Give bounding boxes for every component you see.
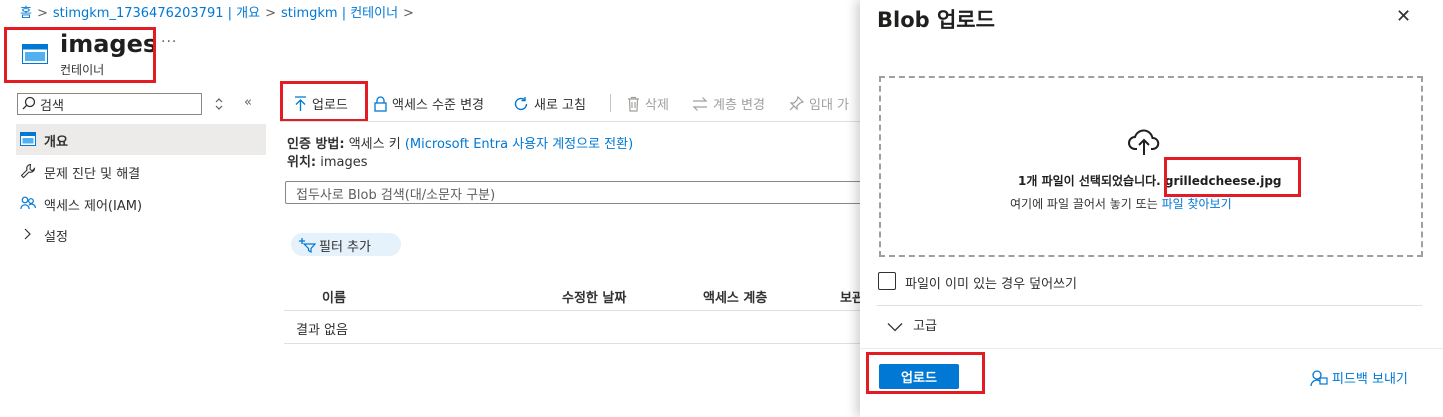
breadcrumb-home[interactable]: 홈 (20, 6, 32, 21)
sidebar-item-iam[interactable]: 액세스 제어(IAM) (16, 188, 266, 219)
location-value: images (320, 155, 368, 170)
sidebar-item-settings[interactable]: 설정 (16, 219, 266, 250)
auth-method-row: 인증 방법: 액세스 키 (Microsoft Entra 사용자 계정으로 전… (287, 133, 633, 152)
toolbar-underline (280, 121, 860, 122)
location-row: 위치: images (287, 151, 368, 170)
highlight-box-upload (280, 81, 368, 122)
expand-collapse-icon[interactable] (214, 98, 224, 110)
sidebar-item-label: 문제 진단 및 해결 (44, 167, 141, 182)
browse-files-link[interactable]: 파일 찾아보기 (1162, 197, 1232, 211)
advanced-label: 고급 (913, 319, 937, 334)
refresh-button[interactable]: 새로 고침 (513, 94, 586, 113)
panel-divider (877, 305, 1422, 306)
auth-method-value: 액세스 키 (348, 137, 401, 152)
sidebar-item-label: 개요 (44, 135, 68, 150)
add-filter-icon (299, 238, 316, 253)
overwrite-label: 파일이 이미 있는 경우 덮어쓰기 (905, 277, 1078, 292)
highlight-box-upload-button (866, 352, 985, 394)
panel-footer-divider (860, 348, 1443, 349)
breadcrumb: 홈 > stimgkm_1736476203791 | 개요 > stimgkm | 컨… (20, 2, 419, 21)
refresh-icon (514, 97, 528, 111)
highlight-box-title (4, 27, 156, 83)
swap-arrows-icon (692, 97, 708, 111)
table-row-divider (284, 343, 860, 344)
lock-icon (374, 96, 387, 112)
change-tier-label: 계층 변경 (713, 98, 765, 113)
switch-to-entra-link[interactable]: (Microsoft Entra 사용자 계정으로 전환) (405, 137, 633, 152)
breadcrumb-separator: > (265, 6, 276, 21)
cloud-upload-icon (1128, 129, 1160, 155)
delete-label: 삭제 (645, 98, 669, 113)
sidebar-search-input[interactable]: 검색 (17, 93, 202, 115)
add-filter-label: 필터 추가 (319, 240, 371, 255)
collapse-sidebar-button[interactable]: « (244, 95, 252, 110)
send-feedback-label: 피드백 보내기 (1332, 372, 1408, 387)
table-header-divider (284, 310, 860, 311)
toolbar-divider (610, 94, 611, 112)
advanced-expander[interactable]: 고급 (887, 315, 937, 334)
auth-method-label: 인증 방법: (287, 137, 345, 152)
column-header-archive[interactable]: 보관 (840, 287, 860, 306)
chevron-right-icon (24, 228, 31, 240)
lease-button[interactable]: 임대 가 (789, 94, 849, 113)
sidebar-item-label: 설정 (44, 230, 68, 245)
sidebar-search-placeholder: 검색 (40, 99, 64, 114)
close-icon[interactable]: ✕ (1396, 6, 1411, 27)
sidebar-item-overview[interactable]: 개요 (16, 124, 266, 155)
feedback-icon (1310, 370, 1328, 387)
container-icon (20, 132, 36, 146)
change-access-level-label: 액세스 수준 변경 (392, 98, 484, 113)
sidebar-item-label: 액세스 제어(IAM) (44, 199, 143, 214)
column-header-modified[interactable]: 수정한 날짜 (562, 287, 626, 306)
people-icon (20, 196, 36, 210)
add-filter-button[interactable]: 필터 추가 (291, 233, 401, 256)
breadcrumb-separator: > (403, 6, 414, 21)
column-header-name[interactable]: 이름 (322, 287, 346, 306)
blob-prefix-search-input[interactable]: 접두사로 Blob 검색(대/소문자 구분) (285, 181, 885, 204)
wrench-icon (20, 163, 36, 179)
highlight-box-filename (1164, 157, 1301, 197)
sidebar-item-diagnose[interactable]: 문제 진단 및 해결 (16, 156, 266, 187)
overwrite-checkbox[interactable] (878, 272, 896, 290)
chevron-down-icon (887, 323, 903, 332)
breadcrumb-containers[interactable]: stimgkm | 컨테이너 (281, 6, 398, 21)
change-access-level-button[interactable]: 액세스 수준 변경 (374, 94, 484, 113)
delete-button[interactable]: 삭제 (627, 94, 669, 113)
trash-icon (628, 96, 639, 112)
drop-hint-text: 여기에 파일 끌어서 놓기 또는 (1010, 197, 1158, 211)
lease-label: 임대 가 (809, 98, 850, 113)
drop-hint: 여기에 파일 끌어서 놓기 또는 파일 찾아보기 (1010, 195, 1232, 212)
panel-title: Blob 업로드 (877, 8, 995, 32)
file-drop-zone[interactable] (879, 76, 1423, 257)
location-label: 위치: (287, 155, 317, 170)
search-icon (22, 96, 36, 110)
more-options-button[interactable]: ··· (161, 34, 177, 50)
breadcrumb-separator: > (36, 6, 48, 21)
refresh-label: 새로 고침 (534, 98, 586, 113)
pin-icon (789, 95, 805, 111)
change-tier-button[interactable]: 계층 변경 (692, 94, 765, 113)
no-results-text: 결과 없음 (296, 323, 348, 338)
column-header-access-tier[interactable]: 액세스 계층 (703, 287, 767, 306)
breadcrumb-storage-account[interactable]: stimgkm_1736476203791 | 개요 (53, 6, 260, 21)
send-feedback-link[interactable]: 피드백 보내기 (1310, 368, 1408, 387)
